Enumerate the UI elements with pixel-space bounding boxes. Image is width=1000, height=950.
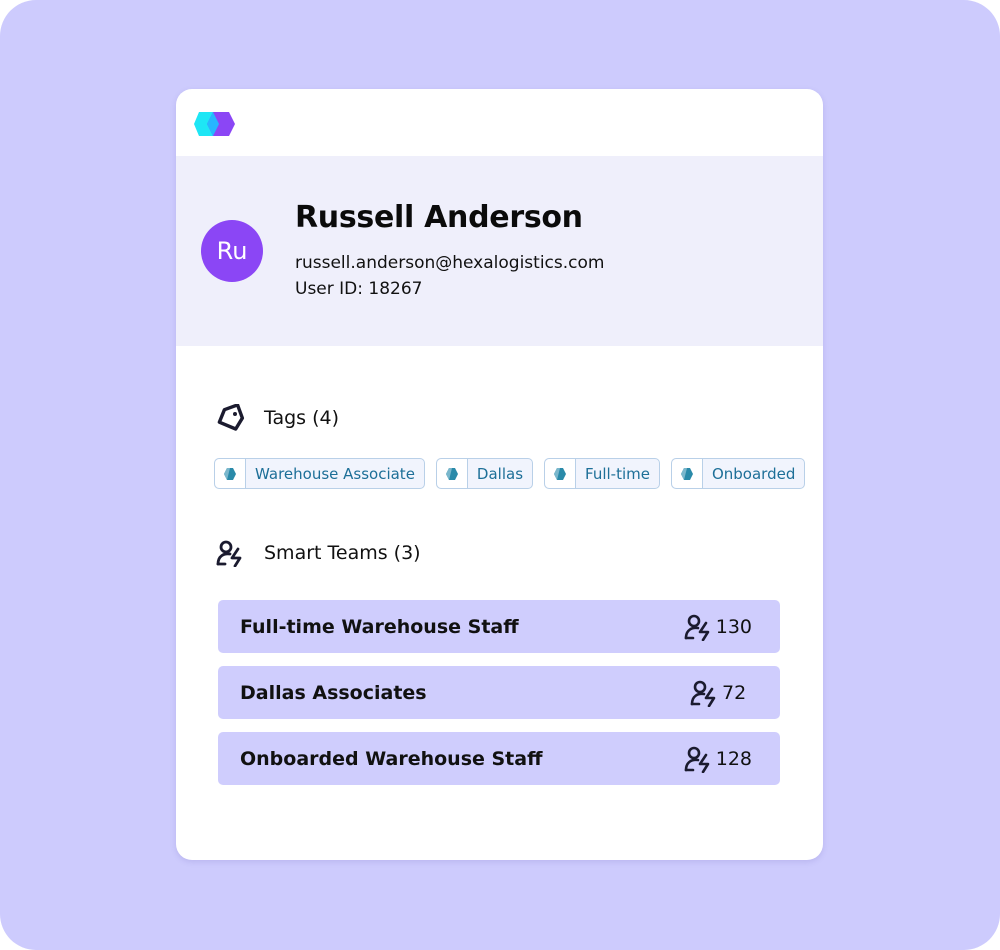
- team-name: Full-time Warehouse Staff: [240, 615, 519, 638]
- team-member-count: 128: [684, 745, 752, 773]
- avatar-initials: Ru: [216, 237, 248, 265]
- team-name: Onboarded Warehouse Staff: [240, 747, 543, 770]
- user-email: russell.anderson@hexalogistics.com: [295, 253, 605, 273]
- smart-team-icon: [684, 614, 710, 641]
- smart-team-icon: [690, 680, 716, 707]
- team-member-count: 130: [684, 613, 752, 641]
- team-name: Dallas Associates: [240, 681, 427, 704]
- tag-icon: [217, 404, 245, 431]
- smart-team-row[interactable]: Full-time Warehouse Staff 130: [218, 600, 780, 653]
- team-count-value: 128: [715, 747, 752, 770]
- user-id: User ID: 18267: [295, 279, 423, 299]
- profile-header: Ru Russell Anderson russell.anderson@hex…: [176, 156, 823, 346]
- hexagon-icon: [436, 459, 468, 488]
- smart-teams-title: Smart Teams (3): [264, 542, 421, 564]
- user-name: Russell Anderson: [295, 200, 583, 235]
- hexagon-icon: [671, 459, 703, 488]
- tag-chip[interactable]: Full-time: [544, 458, 660, 489]
- tags-section-header: Tags (4): [216, 404, 339, 432]
- tag-label: Warehouse Associate: [255, 464, 415, 483]
- tag-chip[interactable]: Dallas: [435, 458, 534, 489]
- hexagon-logo-icon: [194, 112, 235, 136]
- tag-label: Full-time: [585, 464, 650, 483]
- team-count-value: 72: [722, 681, 747, 704]
- hexagon-icon: [215, 459, 246, 488]
- smart-teams-section-header: Smart Teams (3): [216, 539, 421, 567]
- tag-list: Warehouse Associate Dallas Full-time Onb…: [214, 458, 806, 489]
- smart-team-icon: [684, 746, 710, 773]
- smart-team-row[interactable]: Dallas Associates 72: [218, 666, 780, 719]
- smart-team-icon: [216, 540, 242, 567]
- tags-title: Tags (4): [264, 407, 340, 429]
- hexagon-icon: [545, 459, 577, 488]
- tag-label: Dallas: [476, 464, 524, 483]
- avatar: Ru: [201, 220, 263, 282]
- tag-label: Onboarded: [711, 464, 796, 483]
- smart-team-row[interactable]: Onboarded Warehouse Staff 128: [218, 732, 780, 785]
- smart-team-list: Full-time Warehouse Staff 130 Dallas Ass…: [218, 600, 780, 798]
- tag-chip[interactable]: Onboarded: [670, 458, 806, 489]
- user-profile-card: Ru Russell Anderson russell.anderson@hex…: [176, 89, 823, 860]
- team-member-count: 72: [690, 679, 752, 707]
- tag-chip[interactable]: Warehouse Associate: [214, 458, 425, 489]
- team-count-value: 130: [715, 615, 752, 638]
